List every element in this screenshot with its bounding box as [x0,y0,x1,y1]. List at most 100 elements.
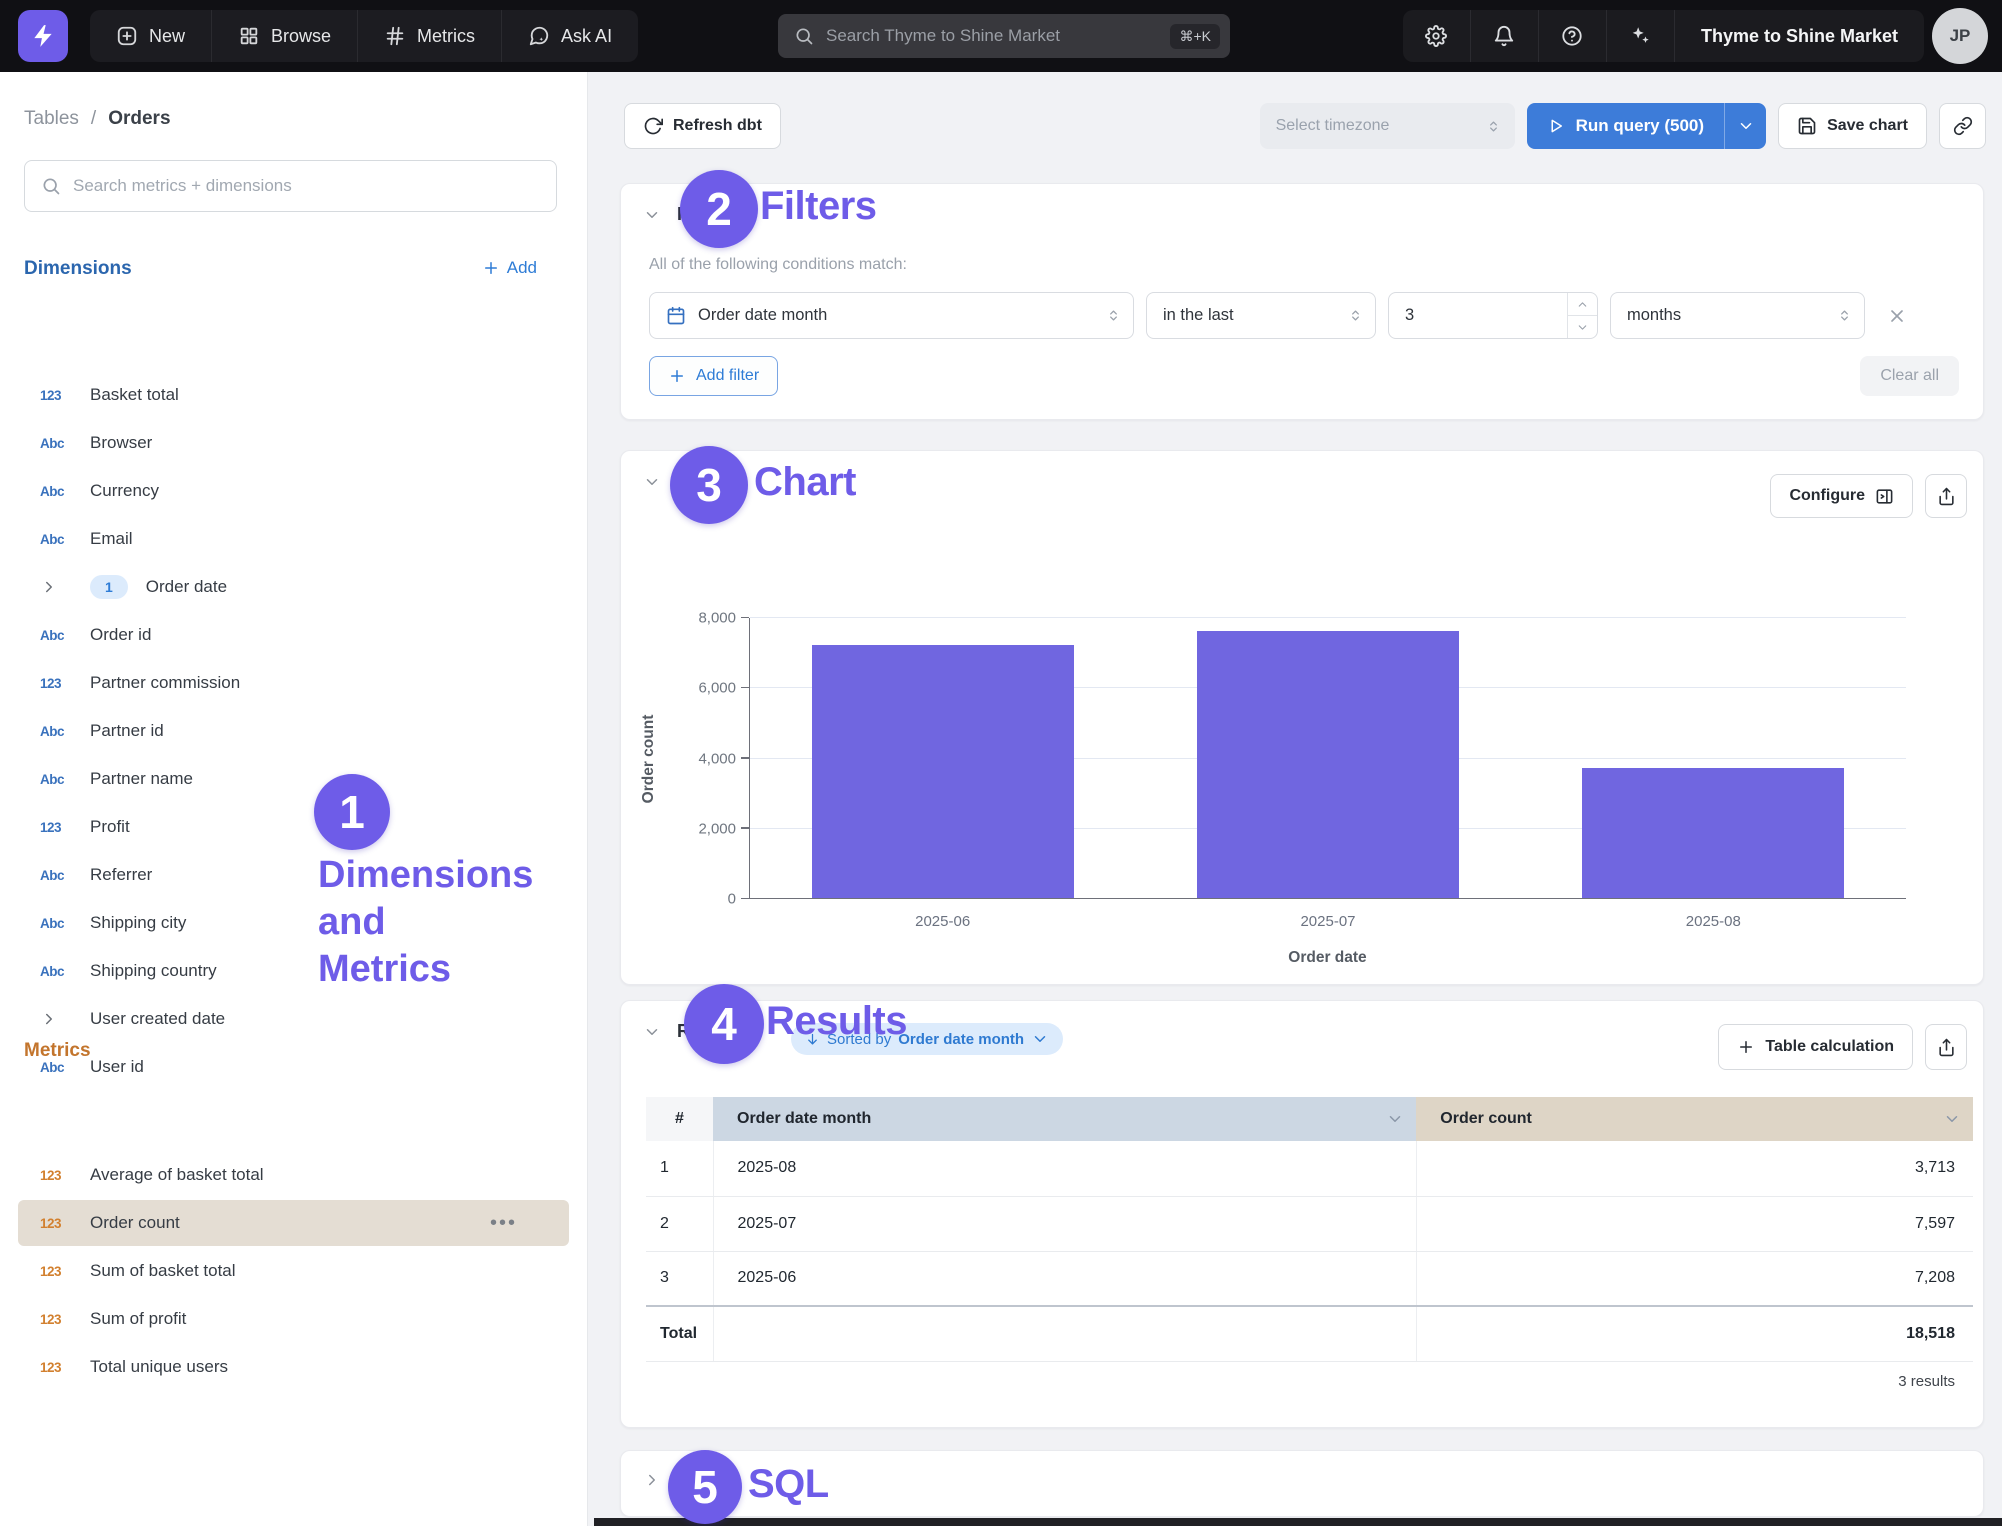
field-label: Shipping city [90,913,186,933]
dimension-item-partner-id[interactable]: AbcPartner id [0,707,587,755]
dimension-item-email[interactable]: AbcEmail [0,515,587,563]
gridline [750,617,1906,618]
configure-panel-icon [1875,487,1894,506]
nav-item-metrics[interactable]: Metrics [358,10,502,62]
stepper-up-button[interactable] [1568,293,1597,316]
chevron-right-icon[interactable] [40,1010,72,1028]
filter-unit-select[interactable]: months [1610,292,1865,339]
dimension-item-partner-commission[interactable]: 123Partner commission [0,659,587,707]
user-avatar[interactable]: JP [1932,8,1988,64]
metric-item-order-count[interactable]: 123Order count••• [0,1199,587,1247]
run-query-menu-button[interactable] [1724,103,1766,149]
cell-order-count[interactable]: 3,713 [1416,1141,1973,1196]
gear-icon[interactable] [1403,10,1471,62]
dimensions-section-title: Dimensions [24,258,132,280]
table-total-row: Total 18,518 [646,1306,1973,1361]
nav-item-new[interactable]: New [90,10,212,62]
total-value: 18,518 [1416,1306,1973,1361]
cell-order-date-month[interactable]: 2025-06 [713,1251,1416,1306]
run-query-button[interactable]: Run query (500) [1527,103,1766,149]
chevron-right-icon[interactable] [40,578,72,596]
cell-order-count[interactable]: 7,208 [1416,1251,1973,1306]
numeric-type-icon: 123 [40,1264,72,1279]
stepper-down-button[interactable] [1568,316,1597,338]
help-icon[interactable] [1539,10,1607,62]
string-type-icon: Abc [40,484,72,499]
bar-2025-06[interactable] [812,645,1074,898]
sparkles-icon[interactable] [1607,10,1675,62]
app-logo[interactable] [18,10,68,62]
global-search-input[interactable]: Search Thyme to Shine Market ⌘+K [778,14,1230,58]
dimension-item-browser[interactable]: AbcBrowser [0,419,587,467]
dimension-item-referrer[interactable]: AbcReferrer [0,851,587,899]
metric-item-average-of-basket-total[interactable]: 123Average of basket total [0,1151,587,1199]
save-chart-button[interactable]: Save chart [1778,103,1927,149]
table-row[interactable]: 2 2025-07 7,597 [646,1196,1973,1251]
row-number: 2 [646,1196,713,1251]
field-label: Basket total [90,385,179,405]
breadcrumb-tables[interactable]: Tables [24,108,79,130]
field-label: Order date [146,577,227,597]
collapse-results-icon[interactable] [643,1023,661,1041]
arrow-down-icon [805,1032,820,1047]
export-chart-button[interactable] [1925,474,1967,518]
refresh-dbt-button[interactable]: Refresh dbt [624,103,781,149]
chevron-down-icon[interactable] [1943,1110,1961,1128]
metric-item-total-unique-users[interactable]: 123Total unique users [0,1343,587,1391]
metric-item-sum-of-profit[interactable]: 123Sum of profit [0,1295,587,1343]
dimension-item-order-id[interactable]: AbcOrder id [0,611,587,659]
timezone-select[interactable]: Select timezone [1260,103,1515,149]
dimension-item-shipping-city[interactable]: AbcShipping city [0,899,587,947]
chart-x-axis-title: Order date [749,949,1906,967]
field-label: Total unique users [90,1357,228,1377]
remove-filter-button[interactable] [1877,292,1917,339]
export-results-button[interactable] [1925,1024,1967,1070]
cell-order-date-month[interactable]: 2025-08 [713,1141,1416,1196]
collapse-filters-icon[interactable] [643,206,661,224]
field-label: Partner commission [90,673,240,693]
add-dimension-button[interactable]: Add [482,258,537,278]
explore-sidebar: Tables / Orders Search metrics + dimensi… [0,72,588,1526]
nav-item-browse[interactable]: Browse [212,10,358,62]
dimension-item-basket-total[interactable]: 123Basket total [0,371,587,419]
dimension-item-partner-name[interactable]: AbcPartner name [0,755,587,803]
configure-chart-button[interactable]: Configure [1770,474,1913,518]
expand-sql-icon[interactable] [643,1471,661,1489]
dimension-item-currency[interactable]: AbcCurrency [0,467,587,515]
column-header-order-count[interactable]: Order count [1416,1097,1973,1141]
bar-2025-07[interactable] [1197,631,1459,898]
numeric-type-icon: 123 [40,1312,72,1327]
sorted-by-pill[interactable]: Sorted by Order date month [791,1023,1063,1055]
dimension-item-user-created-date[interactable]: User created date [0,995,587,1043]
bell-icon[interactable] [1471,10,1539,62]
chevron-down-icon[interactable] [1386,1110,1404,1128]
column-header-order-date-month[interactable]: Order date month [713,1097,1416,1141]
field-label: User id [90,1057,144,1077]
clear-all-filters-button[interactable]: Clear all [1860,356,1959,396]
cell-order-count[interactable]: 7,597 [1416,1196,1973,1251]
sql-panel-title: SQL [677,1471,714,1492]
dimension-item-shipping-country[interactable]: AbcShipping country [0,947,587,995]
field-menu-button[interactable]: ••• [490,1212,517,1235]
bar-2025-08[interactable] [1582,768,1844,898]
dimension-item-profit[interactable]: 123Profit [0,803,587,851]
plus-icon [1737,1038,1755,1056]
add-filter-button[interactable]: Add filter [649,356,778,396]
cell-order-date-month[interactable]: 2025-07 [713,1196,1416,1251]
y-axis-tick [741,687,749,689]
table-calculation-button[interactable]: Table calculation [1718,1024,1913,1070]
collapse-chart-icon[interactable] [643,473,661,491]
dimension-item-order-date[interactable]: 1Order date [0,563,587,611]
copy-link-button[interactable] [1939,103,1986,149]
fields-search-input[interactable]: Search metrics + dimensions [24,160,557,212]
filter-operator-select[interactable]: in the last [1146,292,1376,339]
metric-item-sum-of-basket-total[interactable]: 123Sum of basket total [0,1247,587,1295]
nav-item-ask-ai[interactable]: Ask AI [502,10,638,62]
table-row[interactable]: 1 2025-08 3,713 [646,1141,1973,1196]
field-label: Partner name [90,769,193,789]
org-name[interactable]: Thyme to Shine Market [1675,10,1924,62]
top-navbar: NewBrowseMetricsAsk AI Search Thyme to S… [0,0,2002,72]
filter-field-select[interactable]: Order date month [649,292,1134,339]
filter-value-input[interactable]: 3 [1388,292,1598,339]
table-row[interactable]: 3 2025-06 7,208 [646,1251,1973,1306]
